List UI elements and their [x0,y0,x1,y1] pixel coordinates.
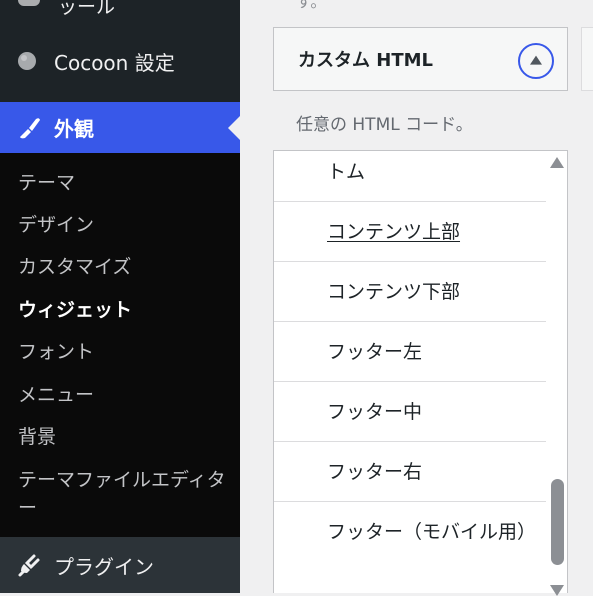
list-item-label: トム [327,161,366,183]
submenu-item-background[interactable]: 背景 [18,423,228,451]
submenu-item-customize[interactable]: カスタマイズ [18,253,228,281]
scrollbar-thumb[interactable] [551,479,564,565]
list-item[interactable]: コンテンツ下部 [274,262,546,322]
submenu-item-fonts[interactable]: フォント [18,338,228,366]
list-item-label: フッター（モバイル用） [327,521,537,543]
sidebar-item-label: Cocoon 設定 [54,50,175,75]
admin-sidebar: ッール Cocoon 設定 外観 テーマ デザイン カスタマイズ ウィジェット … [0,0,240,593]
sidebar-item-cocoon-settings[interactable]: Cocoon 設定 [0,35,240,87]
sidebar-item-tools-partial[interactable]: ッール [0,0,240,18]
sidebar-item-plugins[interactable]: プラグイン [0,537,240,593]
list-item-label: コンテンツ上部 [327,221,461,243]
plugin-plug-icon [16,552,42,578]
submenu-item-widgets[interactable]: ウィジェット [18,296,228,324]
submenu-item-menus[interactable]: メニュー [18,381,228,409]
list-item-selected[interactable]: コンテンツ上部 [274,202,546,262]
list-item-label: フッター右 [327,461,423,483]
scroll-down-arrow-icon[interactable] [550,585,564,596]
intro-text-partial: す。 [296,0,327,11]
scroll-up-arrow-icon[interactable] [550,157,564,168]
cocoon-circle-icon [16,50,38,72]
list-item[interactable]: フッター左 [274,322,546,382]
widget-title: カスタム HTML [298,50,433,71]
sidebar-item-label: プラグイン [54,554,154,579]
widget-area-chooser[interactable]: トム コンテンツ上部 コンテンツ下部 フッター左 フッター中 フッター右 フッタ… [273,150,568,593]
list-item[interactable]: フッター中 [274,382,546,442]
sidebar-item-appearance[interactable]: 外観 [0,102,240,153]
list-item-label: フッター中 [327,401,423,423]
chevron-up-icon [530,55,542,65]
list-item[interactable]: フッター右 [274,442,546,502]
widget-custom-html[interactable]: カスタム HTML [273,27,568,91]
submenu-item-design[interactable]: デザイン [18,211,228,239]
submenu-item-theme-file-editor[interactable]: テーマファイルエディター [18,466,228,522]
sidebar-item-label: 外観 [54,117,94,141]
submenu-item-themes[interactable]: テーマ [18,169,228,197]
list-item-label: フッター左 [327,341,423,363]
list-scrollbar[interactable] [548,151,566,596]
tools-icon [18,0,40,6]
paintbrush-icon [16,115,42,141]
appearance-submenu: テーマ デザイン カスタマイズ ウィジェット フォント メニュー 背景 テーマフ… [0,153,240,537]
widget-toggle-button[interactable] [518,43,554,79]
list-item[interactable]: フッター（モバイル用） [274,502,546,593]
next-widget-partial[interactable] [581,27,593,91]
widget-description: 任意の HTML コード。 [296,115,473,135]
sidebar-item-label: ッール [58,0,116,18]
list-item-label: コンテンツ下部 [327,281,461,303]
list-item[interactable]: トム [274,151,546,202]
